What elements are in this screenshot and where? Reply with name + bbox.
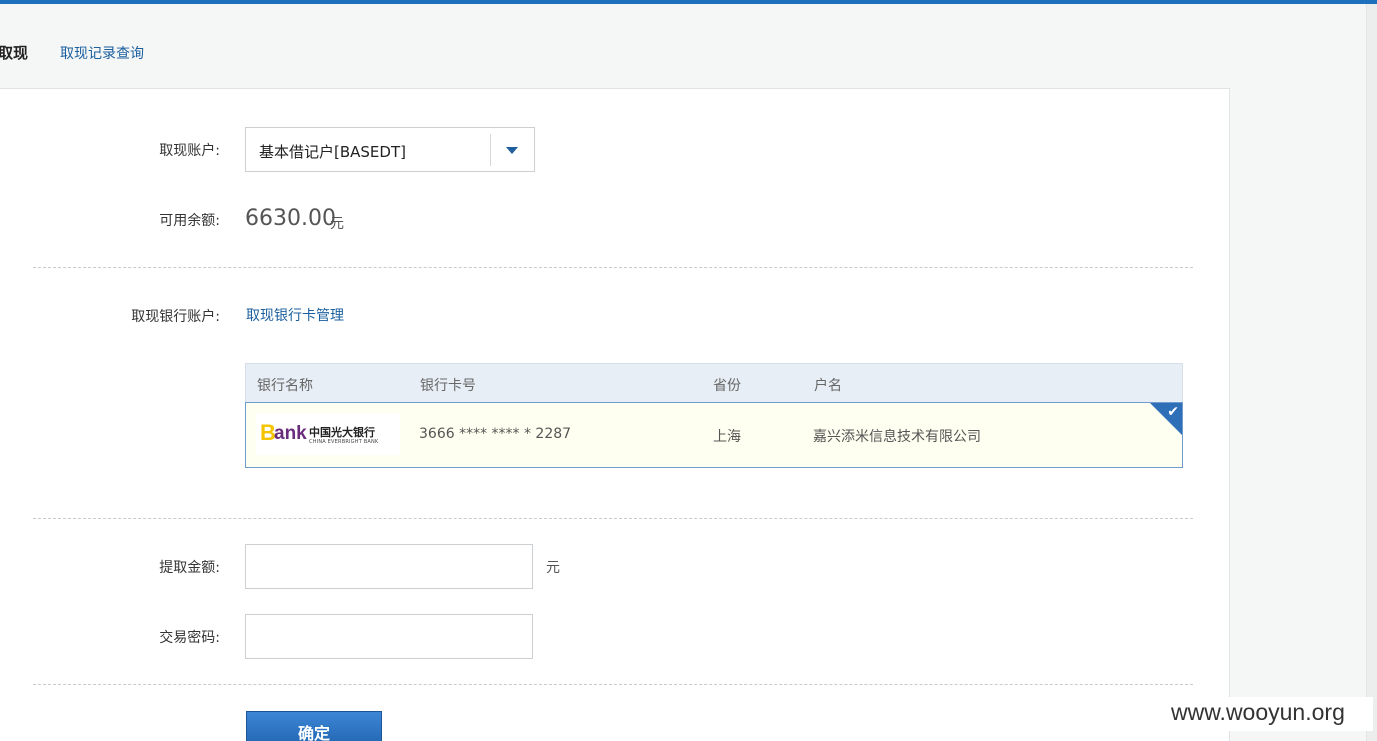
submit-button[interactable]: 确定: [246, 711, 382, 741]
check-icon: ✔: [1167, 404, 1179, 420]
divider: [33, 684, 1193, 685]
header-holder: 户名: [814, 378, 842, 394]
balance-amount: 6630.00: [245, 206, 336, 231]
bank-logo-ank: ank: [274, 423, 307, 444]
select-divider: [490, 134, 491, 166]
bank-logo-cn: 中国光大银行: [309, 426, 375, 439]
card-number: 3666 **** **** * 2287: [419, 426, 572, 442]
header-province: 省份: [713, 378, 741, 394]
amount-unit: 元: [546, 560, 560, 576]
watermark: www.wooyun.org: [1168, 697, 1373, 731]
bank-logo: B ank 中国光大银行 CHINA EVERBRIGHT BANK: [256, 413, 400, 455]
bank-account-label: 取现银行账户:: [131, 309, 220, 325]
header-card-number: 银行卡号: [420, 378, 476, 394]
balance-unit: 元: [330, 216, 344, 232]
bank-table-header: 银行名称 银行卡号 省份 户名: [245, 363, 1183, 403]
tab-withdraw[interactable]: 取现: [0, 42, 28, 63]
account-label: 取现账户:: [159, 143, 220, 159]
bank-card-manage-link[interactable]: 取现银行卡管理: [246, 305, 344, 325]
account-select-value: 基本借记户[BASEDT]: [259, 143, 406, 161]
top-accent-bar: [0, 0, 1377, 4]
divider: [33, 518, 1193, 519]
scrollbar-track[interactable]: [1366, 4, 1377, 741]
bank-card-row[interactable]: B ank 中国光大银行 CHINA EVERBRIGHT BANK 3666 …: [245, 402, 1183, 468]
divider: [33, 267, 1193, 268]
card-province: 上海: [713, 429, 741, 445]
account-select[interactable]: 基本借记户[BASEDT]: [245, 127, 535, 172]
caret-down-icon[interactable]: [506, 147, 518, 154]
bank-card-table: 银行名称 银行卡号 省份 户名 B ank 中国光大银行 CHINA EVERB…: [245, 363, 1183, 468]
amount-label: 提取金额:: [159, 560, 220, 576]
card-holder: 嘉兴添米信息技术有限公司: [813, 429, 981, 445]
password-input[interactable]: [245, 614, 533, 659]
password-label: 交易密码:: [159, 630, 220, 646]
amount-input[interactable]: [245, 544, 533, 589]
bank-logo-en: CHINA EVERBRIGHT BANK: [309, 439, 379, 445]
balance-label: 可用余额:: [159, 213, 220, 229]
tab-withdraw-history[interactable]: 取现记录查询: [60, 43, 144, 63]
header-bank-name: 银行名称: [257, 378, 313, 394]
